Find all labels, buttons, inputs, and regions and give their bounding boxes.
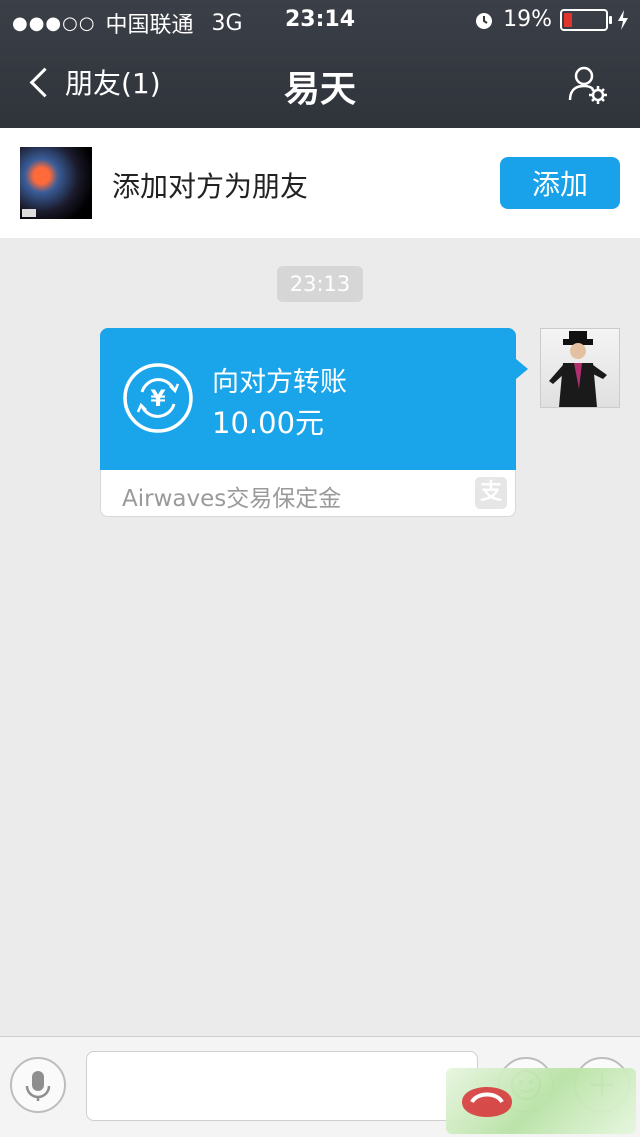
transfer-amount: 10.00元 <box>212 406 325 440</box>
bubble-tail <box>516 359 528 379</box>
avatar-figure <box>549 331 607 407</box>
transfer-card-top: ¥ 向对方转账 10.00元 <box>100 328 516 470</box>
svg-text:¥: ¥ <box>150 387 166 412</box>
yuan-transfer-icon: ¥ <box>123 363 193 433</box>
message-timestamp: 23:13 <box>277 266 363 302</box>
add-friend-button[interactable]: 添加 <box>500 157 620 209</box>
transfer-note: Airwaves交易保定金 <box>122 486 342 512</box>
header: ●●●○○ 中国联通 3G 23:14 19% 朋友(1) 易天 <box>0 0 640 128</box>
friend-avatar[interactable] <box>20 147 92 219</box>
transfer-label: 向对方转账 <box>212 367 347 398</box>
charging-icon <box>618 9 628 30</box>
site-watermark <box>446 1068 636 1134</box>
transfer-card-footer: Airwaves交易保定金 支 <box>100 470 516 517</box>
alarm-icon <box>476 12 493 29</box>
status-right: 19% <box>473 7 630 32</box>
add-friend-prompt: 添加对方为朋友 <box>112 170 309 203</box>
add-friend-bar: 添加对方为朋友 添加 <box>0 128 640 238</box>
microphone-icon <box>25 1071 51 1101</box>
battery-percent: 19% <box>503 7 552 32</box>
my-avatar[interactable] <box>540 328 620 408</box>
alipay-icon: 支 <box>475 477 507 509</box>
watermark-logo <box>462 1087 512 1117</box>
nav-bar: 朋友(1) 易天 <box>0 40 640 128</box>
page-title: 易天 <box>283 69 356 110</box>
message-input[interactable] <box>86 1051 478 1121</box>
transfer-message-bubble[interactable]: ¥ 向对方转账 10.00元 Airwaves交易保定金 支 <box>100 328 528 518</box>
voice-button[interactable] <box>10 1057 66 1113</box>
profile-settings-icon[interactable] <box>566 62 610 106</box>
battery-icon <box>560 8 612 31</box>
status-bar: ●●●○○ 中国联通 3G 23:14 19% <box>0 0 640 40</box>
